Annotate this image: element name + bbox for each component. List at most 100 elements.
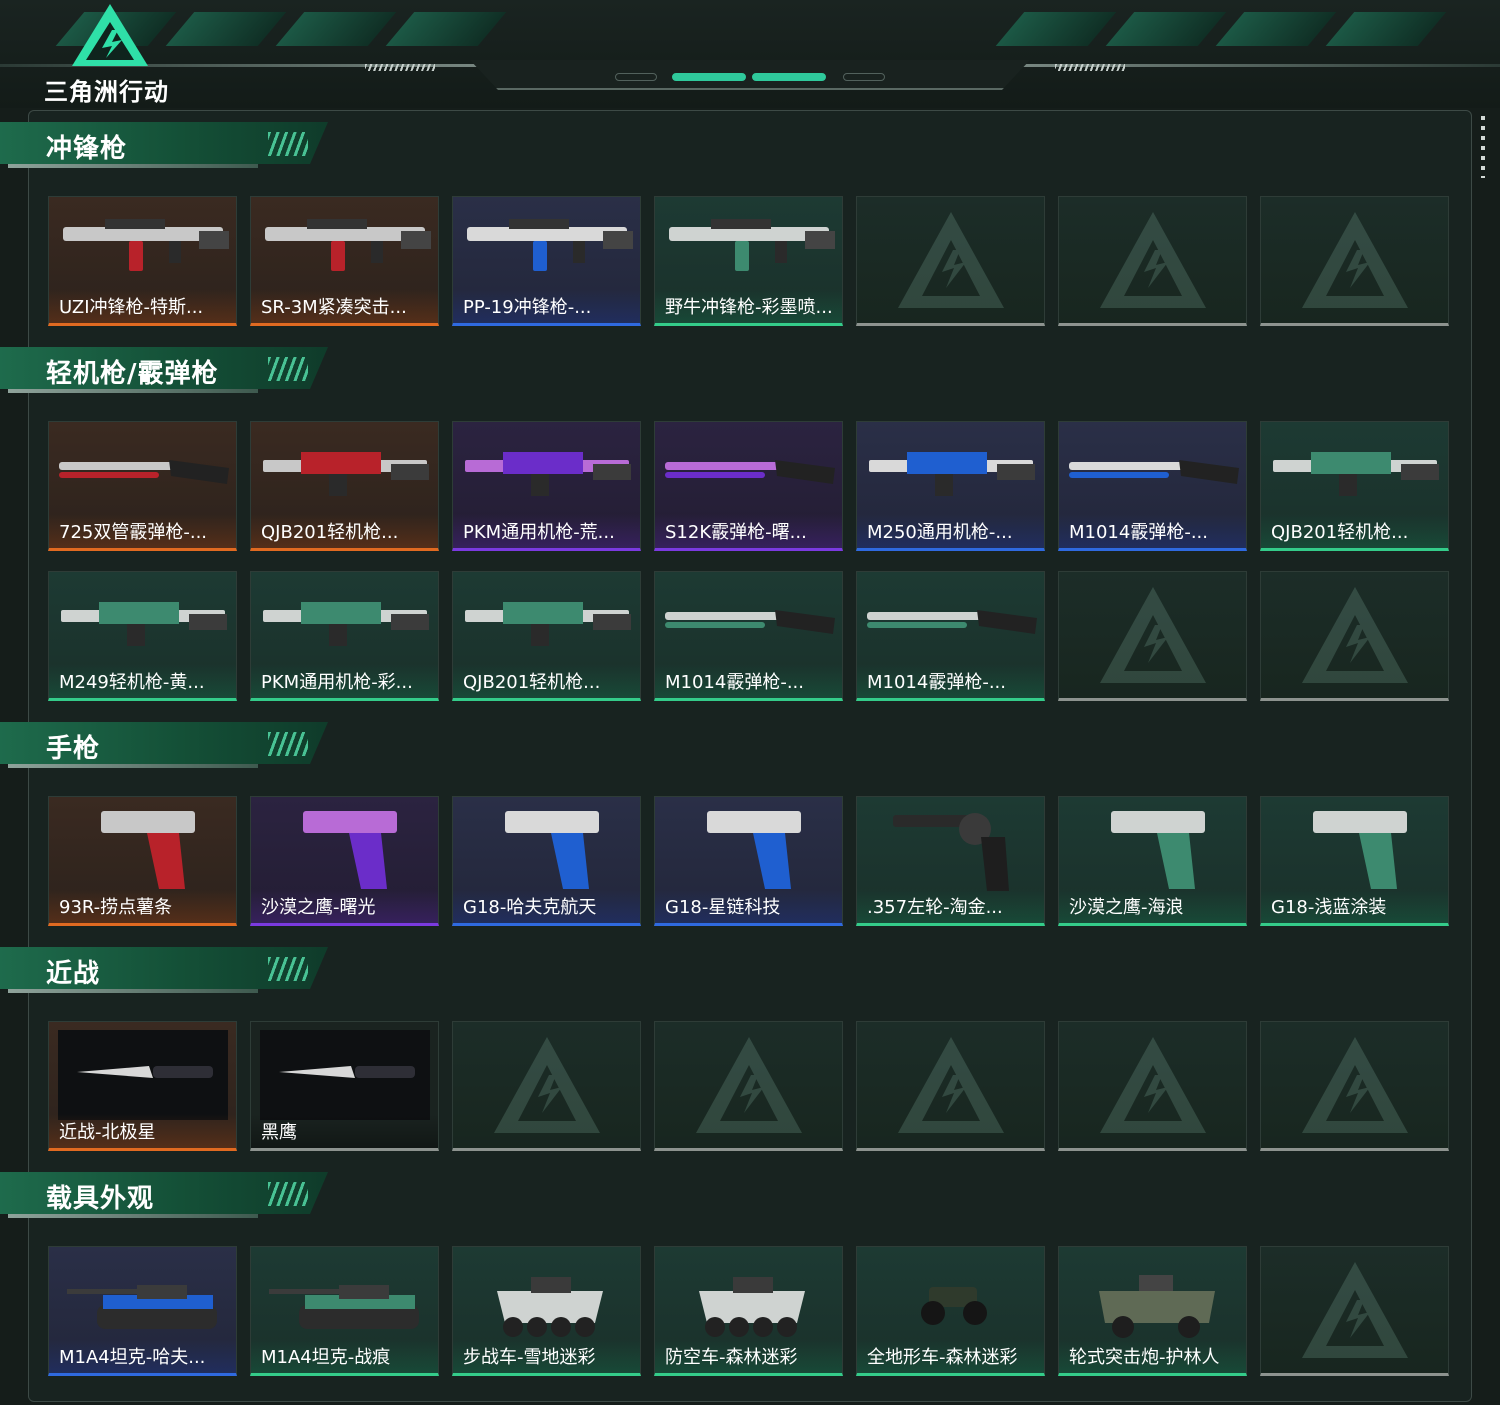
section-header-slashes — [268, 957, 308, 981]
item-card[interactable]: SR-3M紧凑突击... — [250, 196, 439, 326]
shotgun-icon — [1069, 460, 1239, 484]
item-card[interactable]: PKM通用机枪-彩... — [250, 571, 439, 701]
delta-watermark-icon — [1301, 1262, 1408, 1358]
page-indicator-active[interactable] — [752, 73, 826, 81]
pistol-icon — [707, 811, 801, 889]
item-name: QJB201轻机枪... — [251, 514, 438, 548]
pistol-icon — [505, 811, 599, 889]
pistol-icon — [1313, 811, 1407, 889]
smg-icon — [63, 219, 229, 271]
item-name: M1014霰弹枪-... — [655, 664, 842, 698]
empty-slot[interactable] — [654, 1021, 843, 1151]
item-name: PP-19冲锋枪-... — [453, 289, 640, 323]
empty-slot[interactable] — [1058, 1021, 1247, 1151]
item-card[interactable]: 近战-北极星 — [48, 1021, 237, 1151]
item-name: M1014霰弹枪-... — [1059, 514, 1246, 548]
item-name: 沙漠之鹰-曙光 — [251, 889, 438, 923]
delta-watermark-icon — [897, 212, 1004, 308]
empty-slot[interactable] — [1260, 1246, 1449, 1376]
delta-watermark-icon — [1099, 212, 1206, 308]
item-card[interactable]: 沙漠之鹰-海浪 — [1058, 796, 1247, 926]
section-header-slashes — [268, 357, 308, 381]
header-hatch — [365, 64, 435, 71]
empty-slot[interactable] — [1058, 196, 1247, 326]
item-card[interactable]: M250通用机枪-... — [856, 421, 1045, 551]
item-name: QJB201轻机枪... — [453, 664, 640, 698]
header-stripe — [385, 12, 507, 46]
lmg-icon — [869, 452, 1035, 496]
smg-icon — [265, 219, 431, 271]
item-card[interactable]: 725双管霰弹枪-... — [48, 421, 237, 551]
item-card[interactable]: G18-星链科技 — [654, 796, 843, 926]
item-card[interactable]: PP-19冲锋枪-... — [452, 196, 641, 326]
empty-slot[interactable] — [452, 1021, 641, 1151]
item-card[interactable]: .357左轮-淘金... — [856, 796, 1045, 926]
item-card[interactable]: M249轻机枪-黄... — [48, 571, 237, 701]
item-card[interactable]: QJB201轻机枪... — [250, 421, 439, 551]
item-name: S12K霰弹枪-曙... — [655, 514, 842, 548]
empty-slot[interactable] — [1260, 571, 1449, 701]
item-name: 野牛冲锋枪-彩墨喷... — [655, 289, 842, 323]
item-card[interactable]: 沙漠之鹰-曙光 — [250, 796, 439, 926]
delta-watermark-icon — [1301, 587, 1408, 683]
item-card[interactable]: M1A4坦克-战痕 — [250, 1246, 439, 1376]
item-name: M250通用机枪-... — [857, 514, 1044, 548]
item-card[interactable]: 步战车-雪地迷彩 — [452, 1246, 641, 1376]
header-hatch — [1055, 64, 1125, 71]
lmg-icon — [263, 452, 429, 496]
item-card[interactable]: M1014霰弹枪-... — [654, 571, 843, 701]
item-card[interactable]: 黑鹰 — [250, 1021, 439, 1151]
item-card[interactable]: 全地形车-森林迷彩 — [856, 1246, 1045, 1376]
smg-icon — [669, 219, 835, 271]
empty-slot[interactable] — [1260, 1021, 1449, 1151]
item-card[interactable]: QJB201轻机枪... — [1260, 421, 1449, 551]
lmg-icon — [1273, 452, 1439, 496]
tank-icon — [269, 1285, 419, 1329]
item-card[interactable]: QJB201轻机枪... — [452, 571, 641, 701]
smg-icon — [467, 219, 633, 271]
item-card[interactable]: 野牛冲锋枪-彩墨喷... — [654, 196, 843, 326]
item-name: PKM通用机枪-荒... — [453, 514, 640, 548]
item-card[interactable]: UZI冲锋枪-特斯... — [48, 196, 237, 326]
item-name: 轮式突击炮-护林人 — [1059, 1339, 1246, 1373]
lmg-icon — [465, 602, 631, 646]
item-name: M249轻机枪-黄... — [49, 664, 236, 698]
empty-slot[interactable] — [1260, 196, 1449, 326]
header-stripe — [1215, 12, 1337, 46]
lmg-icon — [61, 602, 227, 646]
empty-slot[interactable] — [856, 1021, 1045, 1151]
section-header: 近战 — [0, 947, 330, 999]
item-name: 近战-北极星 — [49, 1114, 236, 1148]
item-name: G18-星链科技 — [655, 889, 842, 923]
item-card[interactable]: M1014霰弹枪-... — [1058, 421, 1247, 551]
item-name: PKM通用机枪-彩... — [251, 664, 438, 698]
item-name: QJB201轻机枪... — [1261, 514, 1448, 548]
item-card[interactable]: S12K霰弹枪-曙... — [654, 421, 843, 551]
item-card[interactable]: G18-浅蓝涂装 — [1260, 796, 1449, 926]
empty-slot[interactable] — [1058, 571, 1247, 701]
item-card[interactable]: 93R-捞点薯条 — [48, 796, 237, 926]
item-card[interactable]: G18-哈夫克航天 — [452, 796, 641, 926]
page-indicator-active[interactable] — [672, 73, 746, 81]
item-name: G18-浅蓝涂装 — [1261, 889, 1448, 923]
scrollbar[interactable] — [1481, 116, 1485, 178]
apc-icon — [497, 1277, 603, 1337]
page-indicator[interactable] — [843, 73, 885, 81]
item-card[interactable]: 轮式突击炮-护林人 — [1058, 1246, 1247, 1376]
pistol-icon — [1111, 811, 1205, 889]
item-card[interactable]: M1A4坦克-哈夫... — [48, 1246, 237, 1376]
delta-watermark-icon — [1301, 212, 1408, 308]
delta-watermark-icon — [1099, 587, 1206, 683]
section-header: 轻机枪/霰弹枪 — [0, 347, 330, 399]
item-name: SR-3M紧凑突击... — [251, 289, 438, 323]
section-title: 近战 — [46, 959, 101, 989]
item-card[interactable]: PKM通用机枪-荒... — [452, 421, 641, 551]
item-name: 725双管霰弹枪-... — [49, 514, 236, 548]
section-header-slashes — [268, 132, 308, 156]
item-card[interactable]: M1014霰弹枪-... — [856, 571, 1045, 701]
item-card[interactable]: 防空车-森林迷彩 — [654, 1246, 843, 1376]
empty-slot[interactable] — [856, 196, 1045, 326]
delta-watermark-icon — [493, 1037, 600, 1133]
page-indicator[interactable] — [615, 73, 657, 81]
item-name: 防空车-森林迷彩 — [655, 1339, 842, 1373]
